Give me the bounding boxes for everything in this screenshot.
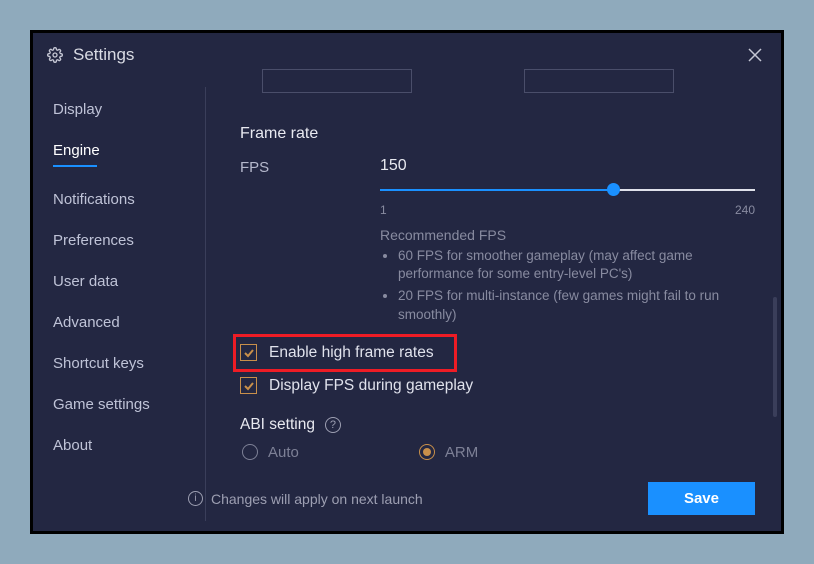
sidebar: Display Engine Notifications Preferences… — [33, 77, 205, 531]
enable-high-frame-rates-checkbox[interactable]: Enable high frame rates — [240, 339, 434, 367]
sidebar-item-label: About — [53, 437, 92, 454]
sidebar-item-user-data[interactable]: User data — [53, 261, 205, 302]
checkbox-icon — [240, 377, 257, 394]
sidebar-item-label: Advanced — [53, 314, 120, 331]
checkbox-label: Enable high frame rates — [269, 344, 434, 362]
sidebar-item-advanced[interactable]: Advanced — [53, 302, 205, 343]
sidebar-item-game-settings[interactable]: Game settings — [53, 384, 205, 425]
settings-window: Settings Display Engine Notifications Pr… — [30, 30, 784, 534]
checkbox-icon — [240, 344, 257, 361]
gear-icon — [47, 47, 63, 63]
sidebar-item-label: User data — [53, 273, 118, 290]
highlight-enable-high-frame-rates: Enable high frame rates — [233, 334, 457, 372]
abi-title-text: ABI setting — [240, 416, 315, 434]
recommended-list: 60 FPS for smoother gameplay (may affect… — [380, 247, 755, 324]
sidebar-item-display[interactable]: Display — [53, 89, 205, 130]
content: Frame rate FPS 150 1 240 Recommended FPS — [206, 77, 781, 531]
scrollbar[interactable] — [773, 297, 777, 417]
sidebar-item-notifications[interactable]: Notifications — [53, 179, 205, 220]
dropdown-placeholder[interactable] — [524, 69, 674, 93]
recommended-item: 20 FPS for multi-instance (few games mig… — [398, 287, 755, 323]
fps-slider[interactable] — [380, 181, 755, 199]
radio-icon — [242, 444, 258, 460]
checkbox-label: Display FPS during gameplay — [269, 377, 473, 395]
frame-rate-title: Frame rate — [240, 125, 755, 143]
window-title: Settings — [73, 45, 134, 65]
recommended-title: Recommended FPS — [380, 227, 755, 243]
sidebar-item-label: Shortcut keys — [53, 355, 144, 372]
info-icon: i — [188, 491, 203, 506]
slider-thumb[interactable] — [607, 183, 620, 196]
sidebar-item-label: Notifications — [53, 191, 135, 208]
help-icon[interactable]: ? — [325, 417, 341, 433]
sidebar-item-about[interactable]: About — [53, 425, 205, 466]
display-fps-checkbox[interactable]: Display FPS during gameplay — [240, 372, 755, 400]
footer-note: Changes will apply on next launch — [211, 491, 423, 507]
footer: i Changes will apply on next launch Save — [206, 482, 755, 515]
abi-radio-arm[interactable]: ARM — [419, 444, 478, 461]
close-icon[interactable] — [743, 43, 767, 67]
abi-title: ABI setting ? — [240, 416, 755, 434]
sidebar-item-label: Preferences — [53, 232, 134, 249]
recommended-item: 60 FPS for smoother gameplay (may affect… — [398, 247, 755, 283]
fps-label: FPS — [240, 157, 380, 176]
sidebar-item-label: Game settings — [53, 396, 150, 413]
slider-min: 1 — [380, 203, 387, 217]
slider-max: 240 — [735, 203, 755, 217]
sidebar-item-engine[interactable]: Engine — [53, 130, 205, 179]
sidebar-item-shortcut-keys[interactable]: Shortcut keys — [53, 343, 205, 384]
radio-icon — [419, 444, 435, 460]
abi-radio-auto[interactable]: Auto — [242, 444, 299, 461]
radio-label: Auto — [268, 444, 299, 461]
save-button[interactable]: Save — [648, 482, 755, 515]
sidebar-item-label: Engine — [53, 142, 100, 159]
fps-value: 150 — [380, 157, 755, 175]
sidebar-item-label: Display — [53, 101, 102, 118]
radio-label: ARM — [445, 444, 478, 461]
dropdown-placeholder[interactable] — [262, 69, 412, 93]
sidebar-item-preferences[interactable]: Preferences — [53, 220, 205, 261]
